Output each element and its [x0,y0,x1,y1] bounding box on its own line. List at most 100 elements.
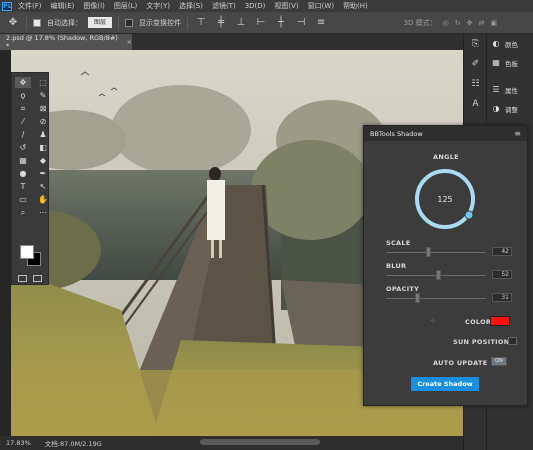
crop-icon[interactable]: ⌗ [15,103,31,114]
blur-value-field[interactable]: 52 [492,270,512,279]
scale-label: SCALE [386,239,411,247]
angle-label: ANGLE [433,153,459,161]
path-select-icon[interactable]: ↖ [35,181,51,192]
healing-icon[interactable]: ⊘ [35,116,51,127]
panel-swatches[interactable]: ▦ 色板 [487,53,533,72]
eyedropper-icon[interactable]: ⁄ [15,116,31,127]
auto-select-label: 自动选择： [47,18,82,27]
3d-mode-label: 3D 模式： [403,18,437,27]
auto-update-toggle[interactable]: ON [491,357,507,366]
menu-select[interactable]: 选择(S) [179,1,203,11]
move-icon[interactable]: ✥ [15,77,31,88]
document-tab[interactable]: 2.psd @ 17.8% (Shadow, RGB/8#) * × [0,34,132,50]
separator [118,15,120,30]
zoom-icon[interactable]: ⌕ [15,207,31,218]
eyedropper-icon[interactable]: ⁘ [431,318,436,324]
blur-slider-thumb[interactable] [435,270,441,280]
quick-mask-icon[interactable] [18,275,27,282]
menu-edit[interactable]: 编辑(E) [51,1,75,11]
menu-bar: Ps 文件(F) 编辑(E) 图像(I) 图层(L) 文字(Y) 选择(S) 滤… [0,0,533,12]
menu-file[interactable]: 文件(F) [18,1,42,11]
menu-window[interactable]: 窗口(W) [308,1,334,11]
gradient-icon[interactable]: ▦ [15,155,31,166]
auto-select-dropdown[interactable]: 图层 [88,17,113,28]
move-tool-icon[interactable]: ✥ [6,16,20,30]
scale-slider-thumb[interactable] [425,247,431,257]
panel-gap [487,72,533,80]
frame-icon[interactable]: ⊠ [35,103,51,114]
eraser-icon[interactable]: ◧ [35,142,51,153]
menu-3d[interactable]: 3D(D) [245,2,266,10]
menu-type[interactable]: 文字(Y) [146,1,170,11]
align-middle-icon[interactable]: ╪ [214,16,228,30]
color-label: COLOR [465,318,492,326]
3d-slide-icon[interactable]: ⇄ [479,19,485,27]
libraries-icon[interactable]: ☷ [464,74,487,94]
document-info: 文档:87.0M/2.19G [44,440,102,448]
menu-image[interactable]: 图像(I) [83,1,105,11]
more-tools-icon[interactable]: ⋯ [35,207,51,218]
align-left-icon[interactable]: ⊢ [254,16,268,30]
document-tab-label: 2.psd @ 17.8% (Shadow, RGB/8#) * [6,34,118,50]
panel-label: 颜色 [505,40,518,49]
blur-slider[interactable] [386,270,486,280]
angle-handle[interactable] [464,210,474,220]
panel-menu-icon[interactable]: ≡ [514,129,521,138]
properties-icon: ☰ [492,85,500,94]
auto-update-label: AUTO UPDATE [433,359,488,367]
opacity-slider-thumb[interactable] [414,293,420,303]
swatches-icon: ▦ [492,58,500,67]
menu-help[interactable]: 帮助(H) [343,1,368,11]
screen-mode-icon[interactable] [33,275,42,282]
auto-select-checkbox[interactable] [33,18,41,27]
horizontal-scrollbar[interactable] [200,439,320,445]
scale-slider[interactable] [386,247,486,257]
opacity-value-field[interactable]: 31 [492,293,512,302]
show-transform-checkbox[interactable] [125,18,134,27]
type-icon[interactable]: T [15,181,31,192]
panel-properties[interactable]: ☰ 属性 [487,80,533,99]
foreground-color[interactable] [20,245,34,259]
blur-icon[interactable]: ◆ [35,155,51,166]
blur-label: BLUR [386,262,407,270]
adjustments-icon: ◑ [492,104,500,113]
shape-icon[interactable]: ▭ [15,194,31,205]
3d-roll-icon[interactable]: ↻ [455,19,461,27]
align-bottom-icon[interactable]: ⊥ [234,16,248,30]
align-center-icon[interactable]: ┼ [274,16,288,30]
3d-scale-icon[interactable]: ▣ [490,19,497,27]
close-tab-icon[interactable]: × [127,38,132,46]
pen-icon[interactable]: ✒ [35,168,51,179]
distribute-icon[interactable]: ≡ [314,16,328,30]
create-shadow-button[interactable]: Create Shadow [411,377,479,391]
lasso-icon[interactable]: ϙ [15,90,31,101]
scale-value-field[interactable]: 42 [492,247,512,256]
history-brush-icon[interactable]: ↺ [15,142,31,153]
color-swatches[interactable] [20,245,42,267]
dodge-icon[interactable]: ● [15,168,31,179]
3d-orbit-icon[interactable]: ◎ [443,19,449,27]
stamp-icon[interactable]: ♟ [35,129,51,140]
hand-icon[interactable]: ✋ [35,194,51,205]
character-icon[interactable]: A [464,94,487,114]
quick-select-icon[interactable]: ✎ [35,90,51,101]
panel-color[interactable]: ◐ 颜色 [487,34,533,53]
angle-dial[interactable]: 125 [412,166,478,232]
opacity-slider[interactable] [386,293,486,303]
menu-filter[interactable]: 滤镜(T) [212,1,236,11]
align-right-icon[interactable]: ⊣ [294,16,308,30]
brush-icon[interactable]: ∕ [15,129,31,140]
tools-panel: ✥ ⬚ ϙ ✎ ⌗ ⊠ ⁄ ⊘ ∕ ♟ ↺ ◧ ▦ ◆ ● ✒ T ↖ ▭ ✋ … [11,72,49,285]
marquee-icon[interactable]: ⬚ [35,77,51,88]
brush-settings-icon[interactable]: ✐ [464,54,487,74]
3d-pan-icon[interactable]: ✥ [467,19,473,27]
menu-view[interactable]: 视图(V) [274,1,298,11]
panel-adjustments[interactable]: ◑ 调整 [487,99,533,118]
panel-label: 调整 [505,105,518,114]
zoom-level[interactable]: 17.83% [6,439,31,447]
menu-layer[interactable]: 图层(L) [114,1,137,11]
align-top-icon[interactable]: ⊤ [194,16,208,30]
history-icon[interactable]: ⎘ [464,34,487,54]
shadow-color-swatch[interactable] [490,316,510,326]
sun-position-checkbox[interactable] [508,337,517,345]
